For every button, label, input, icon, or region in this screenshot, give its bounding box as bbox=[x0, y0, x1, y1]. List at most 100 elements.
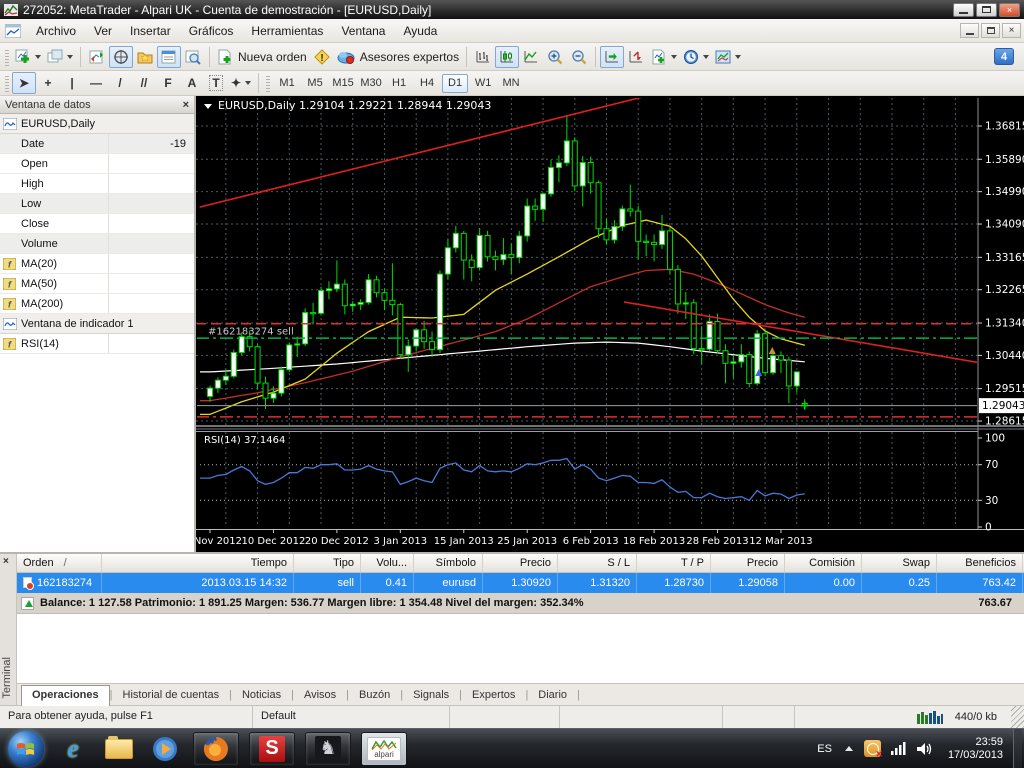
column-header-2[interactable]: Tipo bbox=[294, 554, 361, 572]
order-cell-2[interactable]: sell bbox=[294, 573, 361, 593]
tab-diario[interactable]: Diario bbox=[528, 686, 577, 705]
profiles-button[interactable] bbox=[44, 46, 76, 68]
line-chart-button[interactable] bbox=[519, 46, 543, 68]
close-button[interactable]: × bbox=[999, 3, 1020, 17]
order-cell-6[interactable]: 1.31320 bbox=[558, 573, 637, 593]
timeframe-mn[interactable]: MN bbox=[498, 74, 524, 93]
order-cell-8[interactable]: 1.29058 bbox=[711, 573, 785, 593]
order-row[interactable]: 1621832742013.03.15 14:32sell0.41eurusd1… bbox=[17, 573, 1024, 593]
menu-ayuda[interactable]: Ayuda bbox=[394, 21, 446, 41]
timeframe-m1[interactable]: M1 bbox=[274, 74, 300, 93]
terminal-close-icon[interactable]: × bbox=[3, 556, 9, 567]
expert-advisors-button[interactable]: Asesores expertos bbox=[334, 46, 462, 68]
timeframe-h1[interactable]: H1 bbox=[386, 74, 412, 93]
column-header-9[interactable]: Comisión bbox=[785, 554, 862, 572]
column-header-10[interactable]: Swap bbox=[862, 554, 937, 572]
taskbar-firefox[interactable] bbox=[193, 732, 239, 766]
column-header-6[interactable]: S / L bbox=[558, 554, 637, 572]
data-window-row[interactable]: EURUSD,Daily bbox=[0, 114, 194, 134]
notification-badge[interactable]: 4 bbox=[994, 48, 1014, 65]
order-cell-3[interactable]: 0.41 bbox=[361, 573, 414, 593]
data-window-row[interactable]: Open bbox=[0, 154, 194, 174]
data-window-row[interactable]: High bbox=[0, 174, 194, 194]
tab-avisos[interactable]: Avisos bbox=[294, 686, 346, 705]
timeframe-d1[interactable]: D1 bbox=[442, 74, 468, 93]
tab-historial-de-cuentas[interactable]: Historial de cuentas bbox=[113, 686, 230, 705]
arrows-tool-button[interactable]: ✦ bbox=[228, 72, 254, 94]
market-watch-button[interactable] bbox=[85, 46, 109, 68]
bar-chart-button[interactable] bbox=[471, 46, 495, 68]
maximize-button[interactable] bbox=[976, 3, 997, 17]
data-window-row[interactable]: fRSI(14) bbox=[0, 334, 194, 354]
start-button[interactable] bbox=[8, 731, 44, 767]
taskbar-s-app[interactable]: S bbox=[249, 732, 295, 766]
strategy-tester-button[interactable] bbox=[181, 46, 205, 68]
data-window-row[interactable]: Ventana de indicador 1 bbox=[0, 314, 194, 334]
resize-grip[interactable] bbox=[1011, 706, 1024, 728]
fibonacci-tool-button[interactable]: F bbox=[156, 72, 180, 94]
column-header-5[interactable]: Precio bbox=[483, 554, 558, 572]
timeframe-m15[interactable]: M15 bbox=[330, 74, 356, 93]
order-cell-10[interactable]: 0.25 bbox=[862, 573, 937, 593]
zoom-out-button[interactable] bbox=[567, 46, 591, 68]
periods-button[interactable] bbox=[680, 46, 712, 68]
trendline-tool-button[interactable]: / bbox=[108, 72, 132, 94]
order-cell-0[interactable]: 162183274 bbox=[17, 573, 102, 593]
column-header-3[interactable]: Volu... bbox=[361, 554, 414, 572]
menu-ventana[interactable]: Ventana bbox=[332, 21, 394, 41]
menu-insertar[interactable]: Insertar bbox=[121, 21, 180, 41]
auto-scroll-button[interactable] bbox=[600, 46, 624, 68]
menu-herramientas[interactable]: Herramientas bbox=[242, 21, 332, 41]
templates-button[interactable] bbox=[712, 46, 744, 68]
tab-operaciones[interactable]: Operaciones bbox=[21, 685, 110, 706]
taskbar-metatrader-alpari[interactable]: alpari bbox=[361, 732, 407, 766]
taskbar-knight-app[interactable]: ♞ bbox=[305, 732, 351, 766]
tab-buzón[interactable]: Buzón bbox=[349, 686, 400, 705]
order-cell-7[interactable]: 1.28730 bbox=[637, 573, 711, 593]
data-window-close-icon[interactable]: × bbox=[183, 99, 189, 111]
data-window-row[interactable]: Low bbox=[0, 194, 194, 214]
column-header-0[interactable]: Orden/ bbox=[17, 554, 102, 572]
taskbar-ie[interactable]: e bbox=[54, 732, 92, 766]
timeframe-m5[interactable]: M5 bbox=[302, 74, 328, 93]
title-bar[interactable]: 272052: MetaTrader - Alpari UK - Cuenta … bbox=[0, 0, 1024, 19]
cursor-tool-button[interactable]: ➤ bbox=[12, 72, 36, 94]
column-header-4[interactable]: Símbolo bbox=[414, 554, 483, 572]
toolbar-grip[interactable] bbox=[5, 74, 9, 92]
mdi-close-button[interactable]: × bbox=[1002, 23, 1021, 38]
horizontal-line-tool-button[interactable]: — bbox=[84, 72, 108, 94]
taskbar-explorer[interactable] bbox=[100, 732, 138, 766]
chart-area[interactable]: #162183274 sellRSI(14) 37.14641.368151.3… bbox=[196, 96, 1024, 552]
order-cell-5[interactable]: 1.30920 bbox=[483, 573, 558, 593]
timeframe-m30[interactable]: M30 bbox=[358, 74, 384, 93]
status-profile[interactable]: Default bbox=[253, 706, 450, 728]
network-error-icon[interactable] bbox=[864, 740, 881, 757]
navigator-button[interactable] bbox=[133, 46, 157, 68]
data-window-row[interactable]: Volume bbox=[0, 234, 194, 254]
order-cell-1[interactable]: 2013.03.15 14:32 bbox=[102, 573, 294, 593]
crosshair-tool-button[interactable]: + bbox=[36, 72, 60, 94]
tab-expertos[interactable]: Expertos bbox=[462, 686, 525, 705]
data-window-row[interactable]: Close bbox=[0, 214, 194, 234]
column-header-8[interactable]: Precio bbox=[711, 554, 785, 572]
show-desktop-button[interactable] bbox=[1013, 729, 1022, 768]
terminal-button[interactable] bbox=[157, 46, 181, 68]
menu-gráficos[interactable]: Gráficos bbox=[180, 21, 243, 41]
menu-archivo[interactable]: Archivo bbox=[27, 21, 85, 41]
column-header-11[interactable]: Beneficios bbox=[937, 554, 1023, 572]
price-chart[interactable]: #162183274 sellRSI(14) 37.14641.368151.3… bbox=[196, 96, 1024, 552]
candlestick-chart-button[interactable] bbox=[495, 46, 519, 68]
order-cell-11[interactable]: 763.42 bbox=[937, 573, 1023, 593]
zoom-in-button[interactable] bbox=[543, 46, 567, 68]
data-window-header[interactable]: Ventana de datos × bbox=[0, 96, 194, 114]
tab-noticias[interactable]: Noticias bbox=[232, 686, 291, 705]
new-chart-button[interactable] bbox=[12, 46, 44, 68]
toolbar-grip[interactable] bbox=[266, 74, 270, 92]
tray-expand-icon[interactable] bbox=[845, 746, 853, 751]
order-cell-4[interactable]: eurusd bbox=[414, 573, 483, 593]
order-cell-9[interactable]: 0.00 bbox=[785, 573, 862, 593]
equidistant-channel-tool-button[interactable]: // bbox=[132, 72, 156, 94]
data-window-row[interactable]: fMA(20) bbox=[0, 254, 194, 274]
mdi-restore-button[interactable] bbox=[981, 23, 1000, 38]
tab-signals[interactable]: Signals bbox=[403, 686, 459, 705]
